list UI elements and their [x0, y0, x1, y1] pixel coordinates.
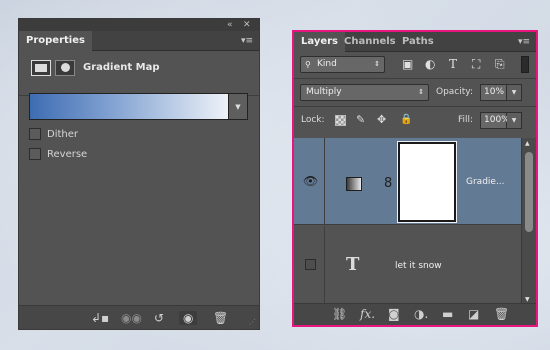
adjustment-layer-icon[interactable]: [31, 60, 51, 76]
properties-panel: « ✕ Properties ▾≡ Gradient Map ▼ Dither …: [18, 18, 260, 330]
select-arrows-icon: ⇕: [418, 88, 424, 96]
lock-image-pixels-icon[interactable]: ✎: [356, 113, 365, 127]
fill-label: Fill:: [458, 115, 474, 125]
reverse-option[interactable]: Reverse: [29, 147, 87, 161]
scroll-up-icon[interactable]: ▲: [525, 140, 530, 147]
toggle-visibility-icon[interactable]: ◉: [179, 311, 198, 325]
opacity-label: Opacity:: [436, 87, 473, 97]
layer-name[interactable]: let it snow: [395, 261, 442, 271]
add-layer-mask-icon[interactable]: ◙: [388, 307, 400, 321]
panel-top-strip: « ✕: [19, 19, 259, 31]
mask-link-icon[interactable]: 8: [384, 176, 392, 191]
divider: [294, 78, 536, 79]
opacity-dropdown-icon[interactable]: ▼: [507, 84, 522, 101]
fill-input[interactable]: 100%: [480, 112, 510, 129]
divider: [294, 106, 536, 107]
dither-label: Dither: [47, 128, 79, 140]
visibility-cell[interactable]: 👁: [294, 138, 325, 224]
scroll-down-icon[interactable]: ▼: [525, 296, 530, 303]
fill-dropdown-icon[interactable]: ▼: [507, 112, 522, 129]
search-icon: ⚲: [305, 60, 311, 69]
delete-adjustment-icon[interactable]: 🗑: [213, 311, 228, 325]
opacity-input[interactable]: 10%: [480, 84, 507, 101]
dither-option[interactable]: Dither: [29, 127, 78, 141]
gradient-map-adjustment-icon: [346, 177, 362, 191]
properties-tab-bar: Properties ▾≡: [19, 31, 259, 51]
select-arrows-icon: ⇕: [374, 60, 380, 68]
lock-position-icon[interactable]: ✥: [377, 113, 386, 127]
filter-pixel-layers-icon[interactable]: ▣: [402, 57, 413, 72]
gradient-preview[interactable]: [29, 93, 229, 120]
layer-row-gradient-map[interactable]: 👁 8 Gradie...: [294, 138, 521, 225]
panel-menu-icon[interactable]: ▾≡: [518, 32, 530, 52]
clip-to-layer-icon[interactable]: ↲▪: [91, 311, 109, 325]
filter-type-layers-icon[interactable]: T: [449, 57, 457, 72]
new-adjustment-layer-icon[interactable]: ◑.: [414, 307, 428, 321]
lock-label: Lock:: [301, 115, 325, 125]
filter-toggle-switch[interactable]: [521, 56, 529, 73]
filter-kind-select[interactable]: ⚲ Kind ⇕: [300, 56, 385, 73]
delete-layer-icon[interactable]: 🗑: [494, 307, 509, 321]
dither-checkbox[interactable]: [29, 128, 41, 140]
layers-bottom-bar: ⛓ fx. ◙ ◑. ▬ ◪ 🗑: [294, 303, 536, 325]
link-layers-icon[interactable]: ⛓: [332, 307, 347, 321]
blend-mode-select[interactable]: Multiply ⇕: [300, 84, 429, 101]
layers-tab-bar: Layers Channels Paths ▾≡: [294, 32, 536, 52]
lock-transparent-pixels-icon[interactable]: [335, 115, 346, 126]
visibility-toggle-box[interactable]: [305, 259, 316, 270]
blend-mode-value: Multiply: [306, 87, 342, 97]
eye-icon[interactable]: 👁: [303, 174, 318, 188]
close-panel-icon[interactable]: ✕: [243, 19, 251, 31]
tab-paths[interactable]: Paths: [395, 32, 441, 52]
visibility-cell[interactable]: [294, 226, 325, 303]
gradient-picker-arrow-icon[interactable]: ▼: [229, 93, 248, 120]
filter-kind-value: Kind: [317, 59, 337, 69]
properties-bottom-bar: ↲▪ ◉◉ ↺ ◉ 🗑 ⋰: [19, 305, 259, 329]
view-previous-state-icon[interactable]: ◉◉: [121, 311, 142, 325]
new-layer-icon[interactable]: ◪: [468, 307, 479, 321]
layer-name[interactable]: Gradie...: [466, 177, 505, 187]
reset-adjustment-icon[interactable]: ↺: [154, 311, 164, 325]
filter-shape-layers-icon[interactable]: ⛶: [472, 57, 480, 72]
resize-grip-icon[interactable]: ⋰: [249, 318, 256, 326]
tab-channels[interactable]: Channels: [337, 32, 403, 52]
reverse-label: Reverse: [47, 148, 88, 160]
layer-row-text[interactable]: T let it snow: [294, 226, 521, 304]
panel-menu-icon[interactable]: ▾≡: [241, 31, 253, 51]
layers-panel: Layers Channels Paths ▾≡ ⚲ Kind ⇕ ▣ ◐ T …: [292, 30, 538, 327]
tab-properties[interactable]: Properties: [19, 31, 92, 51]
reverse-checkbox[interactable]: [29, 148, 41, 160]
filter-smart-objects-icon[interactable]: ⎘: [495, 57, 505, 72]
collapse-panel-icon[interactable]: «: [227, 19, 233, 31]
adjustment-header: Gradient Map: [19, 52, 259, 96]
layer-mask-icon[interactable]: [55, 60, 75, 76]
layer-mask-thumbnail[interactable]: [398, 142, 456, 222]
type-layer-icon: T: [346, 254, 360, 275]
layer-style-fx-icon[interactable]: fx.: [360, 307, 375, 321]
adjustment-title: Gradient Map: [83, 62, 160, 73]
lock-all-icon[interactable]: 🔒: [400, 113, 412, 127]
filter-adjustment-layers-icon[interactable]: ◐: [425, 57, 435, 72]
scrollbar-thumb[interactable]: [525, 152, 533, 232]
new-group-folder-icon[interactable]: ▬: [442, 307, 453, 321]
layers-scrollbar[interactable]: ▲ ▼: [521, 138, 536, 305]
